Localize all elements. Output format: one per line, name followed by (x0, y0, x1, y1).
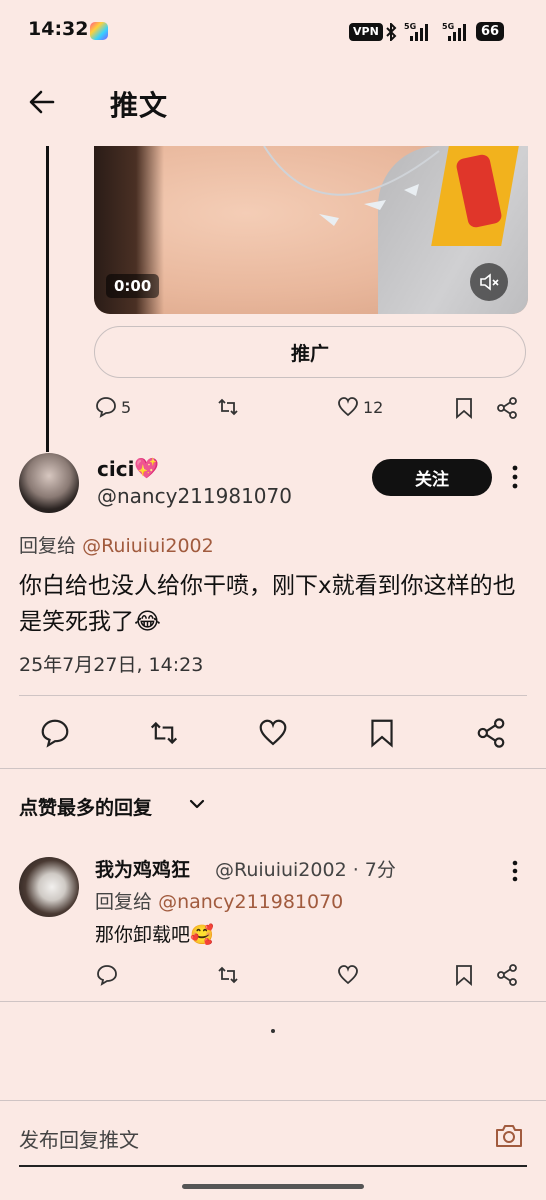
name-emoji: 💖 (134, 456, 159, 480)
reply-to-mention[interactable]: @Ruiuiui2002 (82, 535, 214, 557)
reply-to-line: 回复给 @Ruiuiui2002 (19, 531, 214, 558)
chevron-down-icon[interactable] (188, 797, 206, 811)
camera-icon[interactable] (494, 1122, 524, 1150)
reply-icon-large[interactable] (40, 718, 70, 748)
composer-underline (19, 1165, 527, 1167)
thread-connector-line (46, 146, 49, 452)
signal-5g-icon-2: 5G (440, 20, 468, 42)
back-arrow-icon[interactable] (28, 88, 56, 116)
display-name[interactable]: cici (97, 457, 134, 481)
reply-handle-time: @Ruiuiui2002 · 7分 (215, 859, 396, 881)
bookmark-icon[interactable] (455, 397, 473, 419)
promote-button[interactable]: 推广 (94, 326, 526, 378)
muted-speaker-icon (480, 273, 499, 291)
user-handle[interactable]: @nancy211981070 (97, 484, 292, 508)
reply-reply-icon[interactable] (96, 964, 118, 986)
tweet-video[interactable]: 0:00 (94, 146, 528, 314)
page-title: 推文 (110, 89, 169, 122)
reply-reply-to-prefix: 回复给 (95, 891, 153, 913)
share-icon-large[interactable] (476, 718, 506, 748)
status-time: 14:32 (28, 18, 89, 40)
reply-reply-to-line: 回复给 @nancy211981070 (95, 887, 343, 914)
like-action[interactable]: 12 (337, 396, 383, 418)
mute-button[interactable] (470, 263, 508, 301)
battery-indicator: 66 (476, 22, 504, 41)
retweet-icon-large[interactable] (148, 718, 180, 748)
reply-heart-outline-icon[interactable] (337, 964, 359, 986)
bookmark-icon-large[interactable] (369, 718, 395, 748)
heart-outline-icon (338, 397, 358, 417)
reply-bookmark-icon[interactable] (455, 964, 473, 986)
reply-display-name[interactable]: 我为鸡鸡狂 (95, 855, 190, 882)
svg-text:5G: 5G (442, 22, 454, 31)
vpn-badge: VPN (349, 23, 383, 41)
composer-divider (0, 1100, 546, 1101)
reply-action[interactable]: 5 (95, 396, 131, 418)
reply-count: 5 (121, 397, 132, 417)
section-divider (0, 768, 546, 769)
reply-reply-to-mention[interactable]: @nancy211981070 (158, 891, 343, 913)
signal-5g-icon-1: 5G (402, 20, 430, 42)
avatar[interactable] (19, 453, 79, 513)
reply-text: 那你卸载吧🥰 (95, 924, 214, 946)
reply-divider (0, 1001, 546, 1002)
bluetooth-icon (385, 23, 397, 41)
retweet-icon (218, 398, 238, 416)
reply-composer-input[interactable]: 发布回复推文 (19, 1124, 139, 1153)
reply-icon (96, 397, 116, 418)
home-indicator[interactable] (182, 1184, 364, 1189)
reply-avatar[interactable] (19, 857, 79, 917)
heart-outline-icon-large[interactable] (258, 718, 288, 748)
app-notification-icon (90, 22, 108, 40)
necklace-graphic (263, 146, 440, 226)
more-options-icon[interactable] (504, 462, 526, 492)
loading-dot (271, 1029, 275, 1033)
reply-more-options-icon[interactable] (504, 859, 526, 883)
reply-retweet-icon[interactable] (217, 964, 239, 986)
share-icon[interactable] (496, 397, 518, 419)
tweet-timestamp: 25年7月27日, 14:23 (19, 654, 204, 676)
retweet-action[interactable] (217, 396, 239, 418)
svg-text:5G: 5G (404, 22, 416, 31)
like-count: 12 (363, 397, 384, 417)
sort-replies-dropdown[interactable]: 点赞最多的回复 (19, 793, 152, 820)
reply-share-icon[interactable] (496, 964, 518, 986)
video-timestamp: 0:00 (106, 274, 160, 298)
follow-button[interactable]: 关注 (372, 459, 492, 496)
tweet-text: 你白给也没人给你干喷，刚下x就看到你这样的也是笑死我了😂 (19, 573, 516, 635)
reply-to-prefix: 回复给 (19, 535, 77, 557)
divider (19, 695, 527, 696)
